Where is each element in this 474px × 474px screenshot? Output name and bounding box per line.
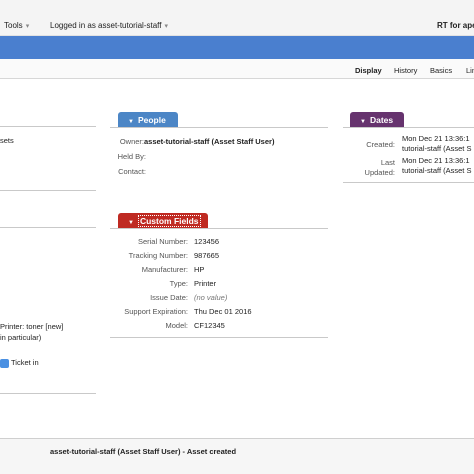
owner-value: asset-tutorial-staff (Asset Staff User) — [144, 137, 275, 146]
manufacturer-label: Manufacturer: — [141, 265, 188, 274]
left-sets-text: sets — [0, 136, 14, 145]
dates-bottom-rule — [343, 182, 474, 183]
chevron-down-icon: ▾ — [164, 23, 168, 30]
chevron-down-icon: ▼ — [128, 220, 134, 226]
owner-label: Owner: — [119, 137, 144, 146]
issue-date-label: Issue Date: — [150, 293, 188, 302]
nav-basics[interactable]: Basics — [430, 66, 452, 75]
header-bar — [0, 36, 474, 59]
model-value: CF12345 — [194, 321, 225, 330]
tools-menu-label: Tools — [4, 21, 23, 30]
dates-rule — [343, 127, 474, 128]
page-nav: Display History Basics Lin — [0, 59, 474, 79]
tracking-number-value: 987665 — [194, 251, 220, 260]
last-label: Last — [380, 158, 395, 167]
chevron-down-icon: ▼ — [128, 119, 134, 125]
dates-tab[interactable]: ▼ Dates — [350, 112, 404, 127]
support-expiration-label: Support Expiration: — [124, 307, 188, 316]
left-panel-divider — [0, 190, 96, 191]
created-date: Mon Dec 21 13:36:1 — [402, 134, 470, 143]
ticket-in-label: Ticket in — [11, 358, 39, 367]
history-strip: asset-tutorial-staff (Asset Staff User) … — [0, 438, 474, 474]
left-panel-divider-2 — [0, 393, 96, 394]
chevron-down-icon: ▾ — [25, 23, 30, 30]
held-by-label: Held By: — [117, 152, 146, 161]
serial-number-value: 123456 — [194, 237, 220, 246]
nav-display[interactable]: Display — [355, 66, 382, 75]
contact-label: Contact: — [118, 167, 146, 176]
logged-in-label: Logged in as asset-tutorial-staff — [50, 21, 162, 30]
people-rule — [110, 127, 328, 128]
logged-in-menu[interactable]: Logged in as asset-tutorial-staff ▾ — [50, 21, 168, 30]
checkbox-icon[interactable] — [0, 358, 9, 368]
nav-links[interactable]: Lin — [466, 66, 474, 75]
people-tab[interactable]: ▼ People — [118, 112, 178, 127]
type-value: Printer — [194, 279, 217, 288]
ticket-in-control[interactable]: Ticket in — [0, 358, 39, 368]
custom-fields-rule — [110, 228, 328, 229]
model-label: Model: — [165, 321, 188, 330]
top-menu-bar: Tools ▾ Logged in as asset-tutorial-staff… — [0, 0, 474, 36]
type-label: Type: — [169, 279, 188, 288]
left-printer-text: Printer: toner [new] — [0, 322, 64, 331]
created-by: tutorial-staff (Asset S — [402, 144, 472, 153]
nav-history[interactable]: History — [394, 66, 417, 75]
rt-for-label: RT for ape — [437, 21, 474, 30]
updated-date: Mon Dec 21 13:36:1 — [402, 156, 470, 165]
support-expiration-value: Thu Dec 01 2016 — [194, 307, 252, 316]
issue-date-value: (no value) — [194, 293, 228, 302]
custom-fields-tab[interactable]: ▼ Custom Fields — [118, 213, 208, 228]
chevron-down-icon: ▼ — [360, 119, 366, 125]
custom-fields-title: Custom Fields — [137, 215, 201, 227]
tracking-number-label: Tracking Number: — [128, 251, 188, 260]
people-title: People — [137, 115, 166, 125]
updated-label: Updated: — [364, 168, 395, 177]
left-particular-text: in particular) — [0, 333, 42, 342]
serial-number-label: Serial Number: — [137, 237, 188, 246]
left-panel-rule — [0, 126, 96, 127]
created-label: Created: — [366, 140, 395, 149]
history-entry: asset-tutorial-staff (Asset Staff User) … — [50, 447, 237, 456]
tools-menu[interactable]: Tools ▾ — [4, 21, 29, 30]
updated-by: tutorial-staff (Asset S — [402, 166, 472, 175]
custom-fields-bottom-rule — [110, 337, 328, 338]
manufacturer-value: HP — [194, 265, 205, 274]
left-panel-rule-2 — [0, 227, 96, 228]
dates-title: Dates — [369, 115, 394, 125]
